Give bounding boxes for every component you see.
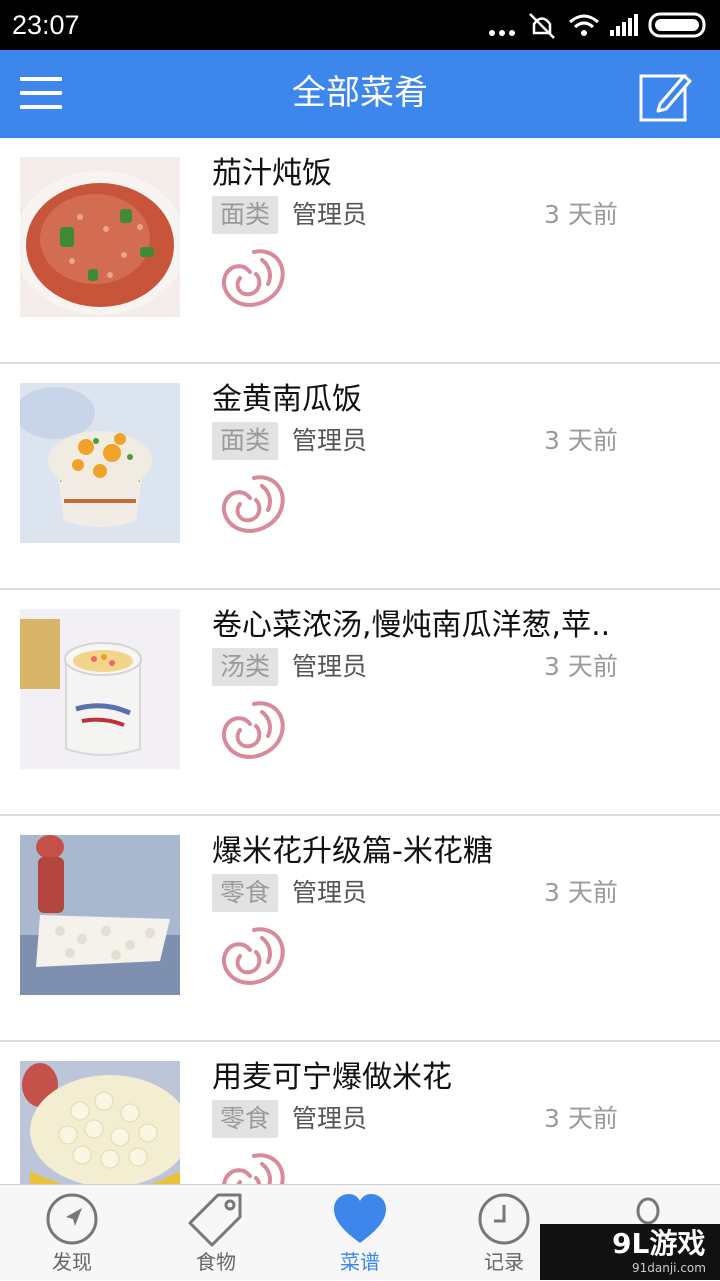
- status-icons: [489, 12, 706, 39]
- recipe-thumbnail: [20, 157, 180, 317]
- recipe-time: 3 天前: [544, 200, 618, 229]
- recipe-thumbnail: [20, 1061, 180, 1184]
- watermark: 9L游戏 91danji.com: [540, 1224, 720, 1280]
- recipe-time: 3 天前: [544, 878, 618, 907]
- list-item[interactable]: 卷心菜浓汤,慢炖南瓜洋葱,苹.. 汤类 管理员 3 天前: [0, 590, 720, 816]
- mother-baby-logo-icon: [222, 475, 285, 533]
- list-item[interactable]: 金黄南瓜饭 面类 管理员 3 天前: [0, 364, 720, 590]
- recipe-thumbnail: [20, 383, 180, 543]
- nav-label: 菜谱: [340, 1250, 380, 1274]
- recipe-time: 3 天前: [544, 426, 618, 455]
- status-time: 23:07: [12, 10, 80, 40]
- recipe-thumbnail: [20, 609, 180, 769]
- recipe-time: 3 天前: [544, 1104, 618, 1133]
- category-badge: 汤类: [212, 648, 279, 686]
- page-title: 全部菜肴: [292, 73, 428, 113]
- wifi-icon: [569, 14, 599, 36]
- status-bar: 23:07: [0, 0, 720, 50]
- recipe-name: 金黄南瓜饭: [212, 382, 362, 417]
- recipe-name: 用麦可宁爆做米花: [212, 1060, 452, 1095]
- watermark-sub: 91danji.com: [632, 1261, 706, 1275]
- recipe-author: 管理员: [292, 1104, 368, 1133]
- signal-icon: [610, 14, 638, 36]
- nav-label: 发现: [52, 1250, 92, 1274]
- compass-icon: [46, 1193, 98, 1245]
- list-item[interactable]: 用麦可宁爆做米花 零食 管理员 3 天前: [0, 1042, 720, 1184]
- category-badge: 面类: [212, 196, 279, 234]
- recipe-time: 3 天前: [544, 652, 618, 681]
- recipe-name: 茄汁炖饭: [212, 156, 332, 191]
- recipe-author: 管理员: [292, 200, 368, 229]
- list-item[interactable]: 爆米花升级篇-米花糖 零食 管理员 3 天前: [0, 816, 720, 1042]
- mother-baby-logo-icon: [222, 927, 285, 985]
- nav-discover[interactable]: 发现: [0, 1185, 144, 1281]
- mother-baby-logo-icon: [222, 701, 285, 759]
- category-badge: 零食: [212, 1100, 279, 1138]
- recipe-thumbnail: [20, 835, 180, 995]
- mother-baby-logo-icon: [222, 1153, 285, 1184]
- tag-icon: [188, 1193, 242, 1247]
- heart-icon: [334, 1194, 386, 1243]
- category-badge: 零食: [212, 874, 279, 912]
- clock-icon: [478, 1193, 530, 1245]
- mother-baby-logo-icon: [222, 249, 285, 307]
- recipe-author: 管理员: [292, 878, 368, 907]
- nav-label: 食物: [196, 1250, 236, 1274]
- battery-icon: [648, 12, 706, 38]
- recipe-author: 管理员: [292, 652, 368, 681]
- recipe-author: 管理员: [292, 426, 368, 455]
- watermark-main: 9L游戏: [612, 1227, 706, 1260]
- recipe-name: 爆米花升级篇-米花糖: [212, 834, 493, 869]
- list-item[interactable]: 茄汁炖饭 面类 管理员 3 天前: [0, 138, 720, 364]
- more-dots-icon: [489, 30, 515, 36]
- nav-food[interactable]: 食物: [144, 1185, 288, 1281]
- mute-icon: [529, 13, 555, 39]
- recipe-list[interactable]: 茄汁炖饭 面类 管理员 3 天前 金黄南瓜饭 面类 管理员 3 天前 卷心菜浓汤…: [0, 138, 720, 1184]
- recipe-name: 卷心菜浓汤,慢炖南瓜洋葱,苹..: [212, 608, 611, 643]
- category-badge: 面类: [212, 422, 279, 460]
- edit-icon[interactable]: [638, 68, 694, 124]
- app-bar: 全部菜肴: [0, 50, 720, 138]
- nav-recipes[interactable]: 菜谱: [288, 1185, 432, 1281]
